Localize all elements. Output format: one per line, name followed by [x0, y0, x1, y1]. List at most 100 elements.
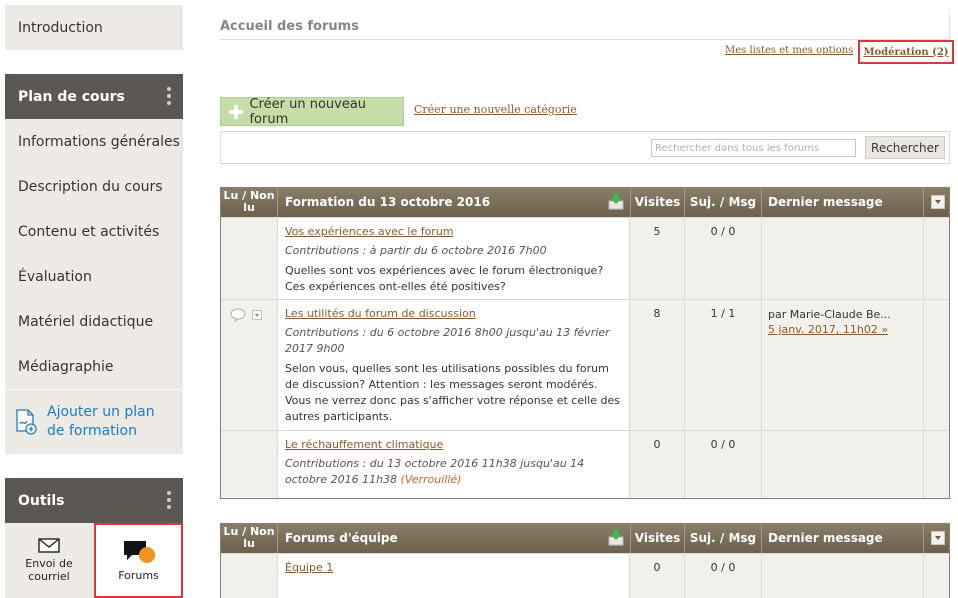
- moderation-link[interactable]: Modération (2): [863, 47, 948, 58]
- forum-options-cell: [923, 218, 951, 299]
- col-read-unread[interactable]: Lu / Non lu: [221, 187, 277, 217]
- search-button[interactable]: Rechercher: [865, 136, 945, 159]
- col-last-message[interactable]: Dernier message: [761, 187, 923, 217]
- forum-info-cell: Vos expériences avec le forum Contributi…: [277, 218, 630, 299]
- read-status-cell: [221, 218, 277, 299]
- forum-topics: 1 / 1: [684, 300, 761, 430]
- read-status-cell: [221, 554, 277, 598]
- forum-options-cell: [923, 300, 951, 430]
- expand-arrow-icon[interactable]: [252, 310, 262, 320]
- options-menu[interactable]: [923, 523, 951, 553]
- col-visits[interactable]: Visites: [630, 187, 684, 217]
- forum-topics: 0 / 0: [684, 431, 761, 498]
- forum-last-message: [761, 218, 923, 299]
- chevron-down-icon: [930, 531, 945, 545]
- table-header: Lu / Non lu Formation du 13 octobre 2016…: [221, 187, 949, 217]
- envelope-icon: [38, 538, 60, 553]
- create-forum-button[interactable]: Créer un nouveau forum: [220, 96, 404, 127]
- tools-panel: Envoi de courriel Forums: [5, 523, 183, 598]
- forum-info-cell: Le réchauffement climatique Contribution…: [277, 431, 630, 498]
- forum-link[interactable]: Vos expériences avec le forum: [285, 224, 623, 239]
- forum-visits: 0: [653, 561, 661, 574]
- forum-link[interactable]: Le réchauffement climatique: [285, 437, 623, 452]
- sidebar-item-materiel[interactable]: Matériel didactique: [5, 299, 183, 344]
- col-visits[interactable]: Visites: [630, 523, 684, 553]
- moderation-link-box[interactable]: Modération (2): [858, 40, 954, 64]
- sidebar-item-mediagraphie[interactable]: Médiagraphie: [5, 344, 183, 389]
- create-category-link[interactable]: Créer une nouvelle catégorie: [414, 103, 577, 116]
- forum-visits: 8: [653, 307, 661, 320]
- forum-visits: 5: [653, 225, 661, 238]
- forum-contributions: Contributions : du 13 octobre 2016 11h38…: [285, 456, 623, 488]
- tools-header[interactable]: Outils: [5, 478, 183, 523]
- my-lists-link[interactable]: Mes listes et mes options: [725, 45, 853, 56]
- chevron-down-icon: [930, 195, 945, 209]
- forum-link[interactable]: Les utilités du forum de discussion: [285, 306, 623, 321]
- add-document-icon: [16, 409, 37, 435]
- forum-last-message: [761, 554, 923, 598]
- title-divider: [220, 39, 950, 40]
- forum-bubble-icon: [123, 541, 155, 563]
- category-title-label: Forums d'équipe: [285, 531, 398, 545]
- forum-row: Les utilités du forum de discussion Cont…: [221, 299, 949, 430]
- download-icon[interactable]: [608, 192, 624, 210]
- add-plan-label: Ajouter un plan de formation: [47, 404, 155, 439]
- forum-contributions: Contributions : du 6 octobre 2016 8h00 j…: [285, 326, 610, 355]
- forum-topics: 0 / 0: [684, 554, 761, 598]
- locked-status: (Verrouillé): [400, 473, 462, 486]
- plan-list: Informations générales Description du co…: [5, 119, 183, 454]
- col-topics-messages[interactable]: Suj. / Msg: [684, 523, 761, 553]
- sidebar-item-description[interactable]: Description du cours: [5, 164, 183, 209]
- add-plan-button[interactable]: Ajouter un plan de formation: [5, 389, 183, 454]
- plus-icon: [229, 104, 244, 119]
- col-read-unread[interactable]: Lu / Non lu: [221, 523, 277, 553]
- tool-forums-button[interactable]: Forums: [94, 523, 183, 598]
- forum-row: Vos expériences avec le forum Contributi…: [221, 217, 949, 299]
- table-header: Lu / Non lu Forums d'équipe Visites Suj.…: [221, 523, 949, 553]
- page-title: Accueil des forums: [220, 19, 359, 34]
- speech-bubble-icon[interactable]: [230, 308, 246, 322]
- category-title: Forums d'équipe: [277, 523, 629, 553]
- read-status-cell: [221, 431, 277, 498]
- col-topics-messages[interactable]: Suj. / Msg: [684, 187, 761, 217]
- sidebar-item-contenu[interactable]: Contenu et activités: [5, 209, 183, 254]
- forum-info-cell: Les utilités du forum de discussion Cont…: [277, 300, 630, 430]
- category-title-label: Formation du 13 octobre 2016: [285, 195, 491, 209]
- sidebar-item-label: Description du cours: [18, 178, 163, 195]
- more-options-icon[interactable]: [167, 87, 171, 105]
- more-options-icon[interactable]: [167, 491, 171, 509]
- forum-topics: 0 / 0: [684, 218, 761, 299]
- last-message-date-link[interactable]: 5 janv. 2017, 11h02 »: [768, 322, 923, 337]
- forum-info-cell: Équipe 1: [277, 554, 630, 598]
- forum-options-cell: [923, 431, 951, 498]
- create-forum-label: Créer un nouveau forum: [249, 96, 367, 127]
- sidebar-item-label: Introduction: [18, 19, 103, 36]
- download-icon[interactable]: [608, 528, 624, 546]
- options-menu[interactable]: [923, 187, 951, 217]
- sidebar-item-introduction[interactable]: Introduction: [5, 5, 183, 50]
- forum-options-cell: [923, 554, 951, 598]
- search-bar: Rechercher: [220, 131, 950, 164]
- last-message-author: par Marie-Claude Be...: [768, 308, 891, 321]
- search-input[interactable]: [651, 139, 856, 157]
- forum-category-table: Lu / Non lu Formation du 13 octobre 2016…: [220, 187, 950, 499]
- sidebar-item-evaluation[interactable]: Évaluation: [5, 254, 183, 299]
- sidebar-item-label: Médiagraphie: [18, 358, 114, 375]
- forum-link[interactable]: Équipe 1: [285, 560, 623, 575]
- forum-row: Équipe 1 0 0 / 0: [221, 553, 949, 598]
- plan-header[interactable]: Plan de cours: [5, 74, 183, 119]
- sidebar-item-informations[interactable]: Informations générales: [5, 119, 183, 164]
- forum-description: Selon vous, quelles sont les utilisation…: [285, 362, 620, 423]
- forum-last-message: par Marie-Claude Be... 5 janv. 2017, 11h…: [761, 300, 923, 430]
- forum-description: Quelles sont vos expériences avec le for…: [285, 264, 604, 293]
- tool-mail-button[interactable]: Envoi de courriel: [5, 523, 93, 598]
- sidebar-item-label: Informations générales: [18, 133, 180, 150]
- sidebar-item-label: Évaluation: [18, 268, 92, 285]
- tool-forums-label: Forums: [118, 569, 159, 582]
- col-last-message[interactable]: Dernier message: [761, 523, 923, 553]
- forum-contributions: Contributions : à partir du 6 octobre 20…: [285, 244, 547, 257]
- read-status-cell: [221, 300, 277, 430]
- tool-mail-label: Envoi de courriel: [25, 557, 73, 583]
- tools-header-label: Outils: [18, 492, 65, 509]
- plan-header-label: Plan de cours: [18, 88, 125, 105]
